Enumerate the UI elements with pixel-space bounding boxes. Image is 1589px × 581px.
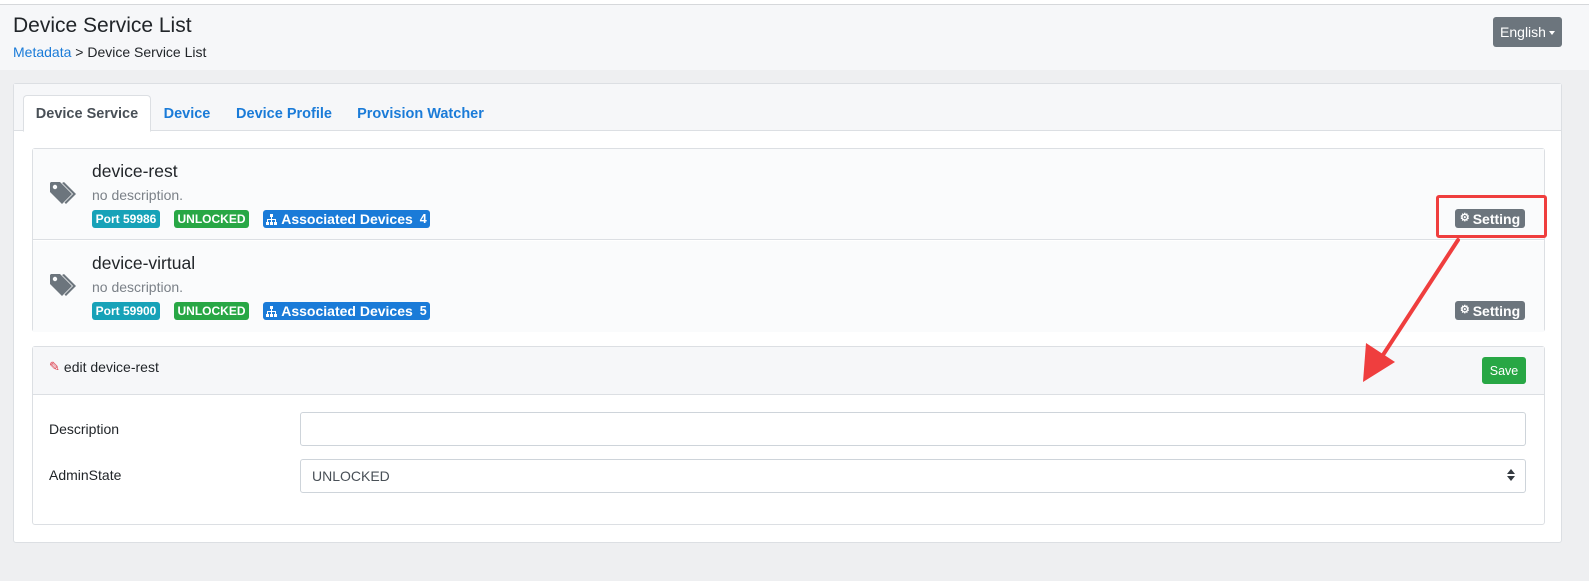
main-card: Device Service Device Device Profile Pro… [13, 83, 1562, 543]
breadcrumb-current: Device Service List [87, 44, 207, 60]
tags-icon [50, 182, 76, 204]
annotation-highlight-box [1436, 195, 1547, 238]
service-description: no description. [92, 187, 184, 203]
associated-devices-label: Associated Devices [281, 303, 413, 319]
tags-icon [50, 274, 76, 296]
sitemap-icon [266, 213, 278, 225]
adminstate-select[interactable]: UNLOCKED [300, 459, 1526, 493]
page-header: Device Service List Metadata > Device Se… [0, 5, 1589, 70]
associated-devices-count: 5 [419, 304, 427, 318]
setting-button[interactable]: ⚙ Setting [1455, 301, 1525, 320]
breadcrumb: Metadata > Device Service List [13, 44, 206, 60]
tab-device[interactable]: Device [155, 95, 219, 132]
edit-icon: ✎ [49, 359, 60, 374]
breadcrumb-separator: > [75, 44, 84, 60]
tab-provision-watcher[interactable]: Provision Watcher [349, 95, 492, 132]
service-name: device-virtual [92, 253, 196, 273]
associated-devices-button[interactable]: Associated Devices 4 [263, 210, 430, 228]
save-button[interactable]: Save [1482, 357, 1526, 384]
description-input[interactable] [300, 412, 1526, 446]
description-label: Description [49, 421, 120, 437]
language-label: English [1500, 24, 1546, 40]
language-dropdown-button[interactable]: English [1493, 17, 1562, 47]
edit-panel-title-text: edit device-rest [63, 359, 159, 375]
tab-device-profile[interactable]: Device Profile [228, 95, 340, 132]
edit-panel-title: ✎ edit device-rest [49, 359, 159, 375]
service-name: device-rest [92, 161, 178, 181]
associated-devices-label: Associated Devices [281, 211, 413, 227]
breadcrumb-link-metadata[interactable]: Metadata [13, 44, 71, 60]
associated-devices-button[interactable]: Associated Devices 5 [263, 302, 430, 320]
service-description: no description. [92, 279, 184, 295]
admin-state-badge: UNLOCKED [174, 302, 249, 320]
adminstate-selected-value: UNLOCKED [312, 468, 390, 484]
sitemap-icon [266, 305, 278, 317]
list-item-device-rest: device-rest no description. Port 59986 U… [33, 149, 1544, 240]
port-badge: Port 59900 [92, 302, 160, 320]
device-service-list: device-rest no description. Port 59986 U… [32, 148, 1545, 332]
tab-device-service[interactable]: Device Service [23, 95, 151, 132]
sort-arrows-icon [1507, 469, 1515, 481]
edit-panel-header: ✎ edit device-rest Save [33, 347, 1544, 395]
port-badge: Port 59986 [92, 210, 160, 228]
edit-panel: ✎ edit device-rest Save Description Admi… [32, 346, 1545, 525]
page-title: Device Service List [13, 14, 192, 37]
admin-state-badge: UNLOCKED [174, 210, 249, 228]
list-item-device-virtual: device-virtual no description. Port 5990… [33, 241, 1544, 332]
setting-label: Setting [1472, 302, 1521, 319]
adminstate-label: AdminState [49, 467, 122, 483]
caret-down-icon [1548, 31, 1555, 35]
associated-devices-count: 4 [419, 212, 427, 226]
tab-bar: Device Service Device Device Profile Pro… [14, 84, 1561, 132]
gear-icon: ⚙ [1459, 304, 1470, 316]
